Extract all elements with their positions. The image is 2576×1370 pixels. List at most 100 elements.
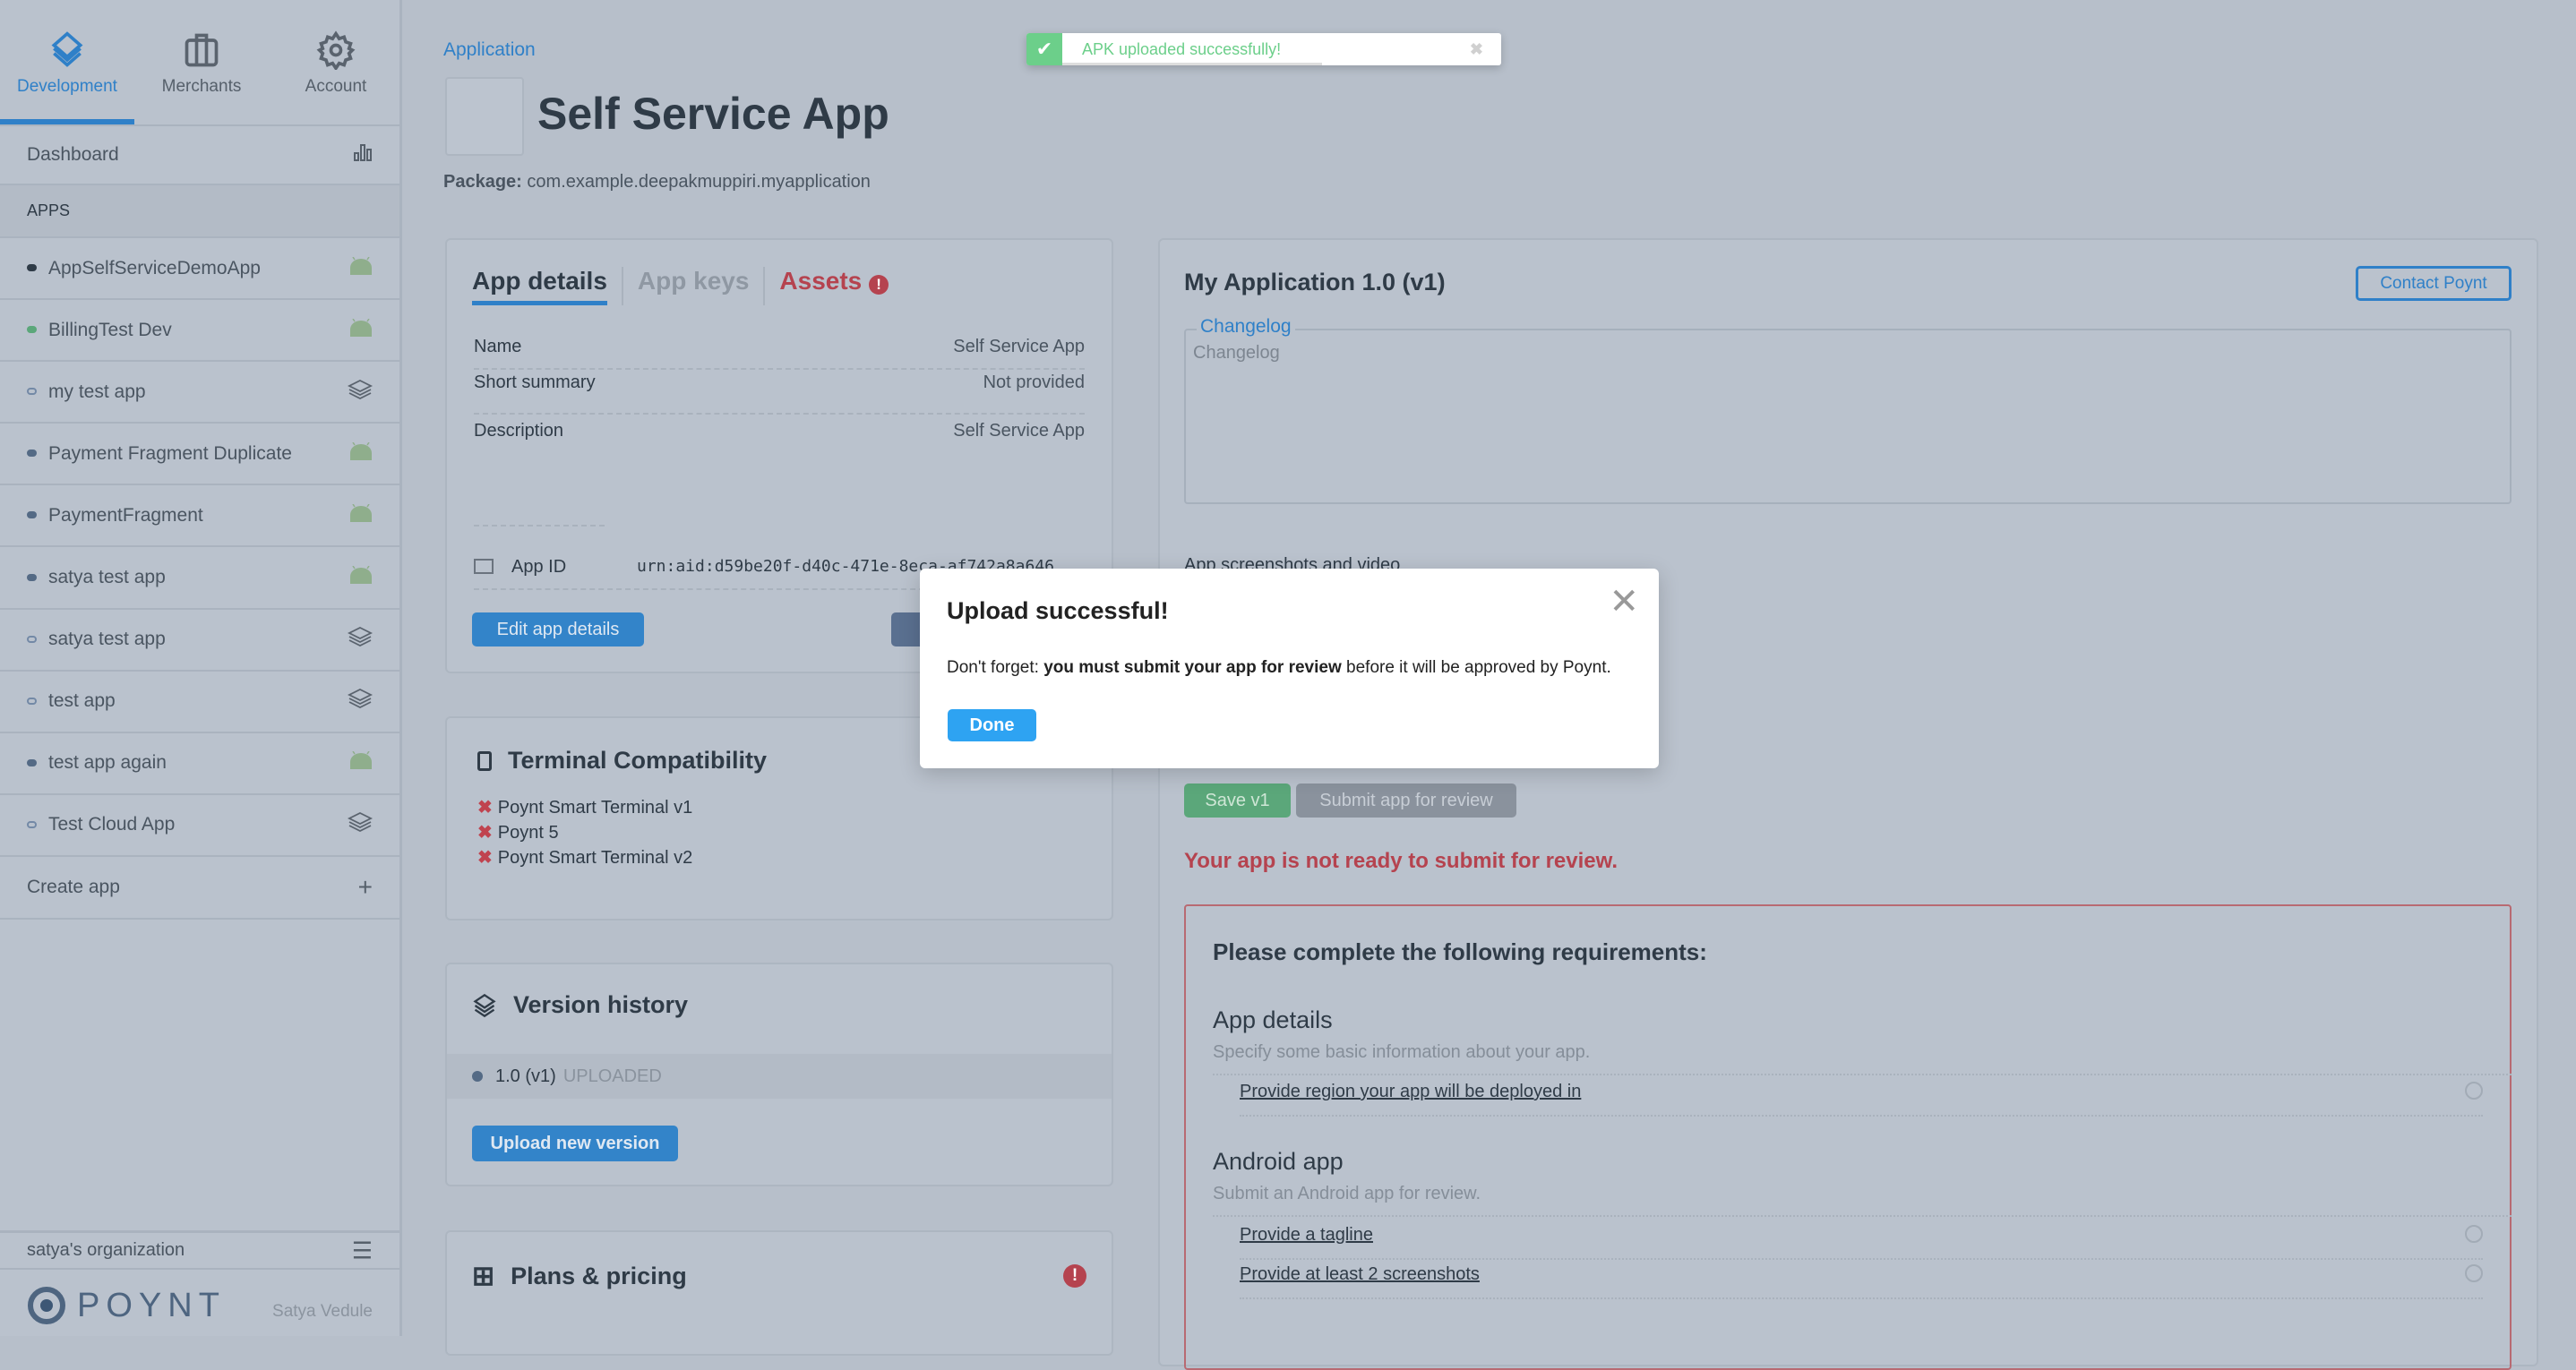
status-dot <box>27 264 37 271</box>
layers-icon <box>347 689 374 714</box>
field-name: Name Self Service App <box>474 337 1085 370</box>
status-dot <box>27 511 37 519</box>
sidebar-item-app[interactable]: Payment Fragment Duplicate <box>0 424 399 486</box>
plus-icon: + <box>357 873 373 901</box>
sidebar-item-app[interactable]: satya test app <box>0 548 399 610</box>
success-toast: ✔ APK uploaded successfully! ✖ <box>1026 33 1501 65</box>
incomplete-circle-icon <box>2465 1264 2483 1282</box>
field-short-summary: Short summary Not provided <box>474 372 1085 415</box>
changelog-label: Changelog <box>1197 316 1295 338</box>
details-tabs: App details App keys Assets ! <box>472 267 889 305</box>
layers-icon <box>51 31 83 67</box>
status-dot <box>27 450 37 458</box>
alert-icon: ! <box>869 275 889 295</box>
x-icon: ✖ <box>477 848 493 868</box>
contact-poynt-button[interactable]: Contact Poynt <box>2356 266 2512 301</box>
terminal-item: ✖ Poynt Smart Terminal v1 <box>477 798 693 818</box>
status-dot <box>27 635 37 643</box>
requirement-link[interactable]: Provide region your app will be deployed… <box>1240 1082 2483 1117</box>
requirements-box: Please complete the following requiremen… <box>1184 904 2512 1370</box>
grid-icon: ⊞ <box>472 1262 495 1291</box>
terminal-item: ✖ Poynt 5 <box>477 823 559 843</box>
poynt-logo: POYNT <box>27 1286 226 1325</box>
sidebar-item-app[interactable]: test app again <box>0 733 399 795</box>
status-badge: UPLOADED <box>562 1066 662 1086</box>
section-title: App details <box>1213 1006 1333 1033</box>
id-card-icon <box>474 559 494 574</box>
status-dot <box>27 820 37 828</box>
user-name: Satya Vedule <box>272 1302 373 1321</box>
app-icon-placeholder <box>445 77 524 156</box>
android-icon <box>349 256 373 280</box>
x-icon: ✖ <box>477 823 493 843</box>
tablet-icon <box>477 750 492 771</box>
requirement-link[interactable]: Provide a tagline <box>1240 1225 2483 1260</box>
status-dot <box>472 1071 483 1082</box>
sidebar-item-app[interactable]: my test app <box>0 362 399 424</box>
save-button[interactable]: Save v1 <box>1184 783 1291 818</box>
breadcrumb[interactable]: Application <box>443 39 536 61</box>
check-icon: ✔ <box>1026 33 1062 65</box>
status-dot <box>27 326 37 334</box>
android-icon <box>349 750 373 775</box>
requirements-title: Please complete the following requiremen… <box>1213 938 1707 965</box>
android-icon <box>349 565 373 589</box>
briefcase-icon <box>185 33 219 67</box>
alert-icon: ! <box>1063 1264 1086 1288</box>
terminal-item: ✖ Poynt Smart Terminal v2 <box>477 848 693 868</box>
changelog-placeholder: Changelog <box>1193 343 1280 363</box>
plans-pricing-card[interactable]: ⊞ Plans & pricing ! <box>445 1230 1113 1356</box>
page-title: Self Service App <box>537 89 889 139</box>
divider <box>474 525 605 527</box>
sidebar-item-dashboard[interactable]: Dashboard <box>0 124 399 185</box>
upload-success-modal: Upload successful! ✕ Don't forget: you m… <box>920 569 1659 768</box>
modal-title: Upload successful! <box>947 597 1169 624</box>
android-icon <box>349 503 373 527</box>
toast-progress <box>1062 63 1322 65</box>
sidebar-item-app[interactable]: Test Cloud App <box>0 795 399 857</box>
field-description: Description Self Service App <box>474 421 1085 441</box>
release-card: My Application 1.0 (v1) Contact Poynt Ch… <box>1158 238 2538 1370</box>
version-row[interactable]: 1.0 (v1) UPLOADED <box>447 1054 1112 1099</box>
sidebar-item-app[interactable]: test app <box>0 672 399 733</box>
nav-development[interactable]: Development <box>0 0 134 124</box>
layers-icon <box>347 379 374 405</box>
apps-header: APPS <box>0 185 399 238</box>
version-history-card: Version history 1.0 (v1) UPLOADED Upload… <box>445 963 1113 1186</box>
release-title: My Application 1.0 (v1) <box>1184 269 1446 295</box>
layers-icon <box>473 993 496 1017</box>
tab-app-keys[interactable]: App keys <box>621 267 749 305</box>
sidebar-item-app[interactable]: PaymentFragment <box>0 485 399 548</box>
gear-icon <box>316 30 356 70</box>
status-dot <box>27 573 37 581</box>
requirement-link[interactable]: Provide at least 2 screenshots <box>1240 1264 2483 1299</box>
upload-new-version-button[interactable]: Upload new version <box>472 1126 678 1161</box>
edit-app-details-button[interactable]: Edit app details <box>472 612 644 646</box>
sidebar-item-app[interactable]: AppSelfServiceDemoApp <box>0 238 399 300</box>
section-title: Android app <box>1213 1148 1344 1175</box>
modal-body: Don't forget: you must submit your app f… <box>947 658 1611 677</box>
status-dot <box>27 388 37 396</box>
incomplete-circle-icon <box>2465 1082 2483 1100</box>
menu-icon: ☰ <box>351 1237 373 1263</box>
organization-selector[interactable]: satya's organization ☰ <box>0 1230 399 1270</box>
create-app-button[interactable]: Create app + <box>0 857 399 920</box>
close-icon[interactable]: ✕ <box>1609 581 1639 622</box>
nav-account[interactable]: Account <box>269 0 403 124</box>
tab-app-details[interactable]: App details <box>472 267 607 305</box>
x-icon: ✖ <box>477 798 493 818</box>
tab-assets[interactable]: Assets ! <box>763 267 889 305</box>
status-dot <box>27 697 37 705</box>
bar-chart-icon <box>353 142 373 167</box>
changelog-textarea[interactable]: Changelog Changelog <box>1184 316 2512 504</box>
sidebar: Development Merchants Account Dashboard … <box>0 0 402 1336</box>
sidebar-item-app[interactable]: satya test app <box>0 610 399 672</box>
package-name: Package: com.example.deepakmuppiri.myapp… <box>443 172 871 192</box>
done-button[interactable]: Done <box>948 709 1036 741</box>
sidebar-item-app[interactable]: BillingTest Dev <box>0 300 399 363</box>
close-icon[interactable]: ✖ <box>1470 40 1483 59</box>
submit-for-review-button[interactable]: Submit app for review <box>1296 783 1516 818</box>
nav-merchants[interactable]: Merchants <box>134 0 269 124</box>
layers-icon <box>347 812 374 837</box>
android-icon <box>349 441 373 466</box>
